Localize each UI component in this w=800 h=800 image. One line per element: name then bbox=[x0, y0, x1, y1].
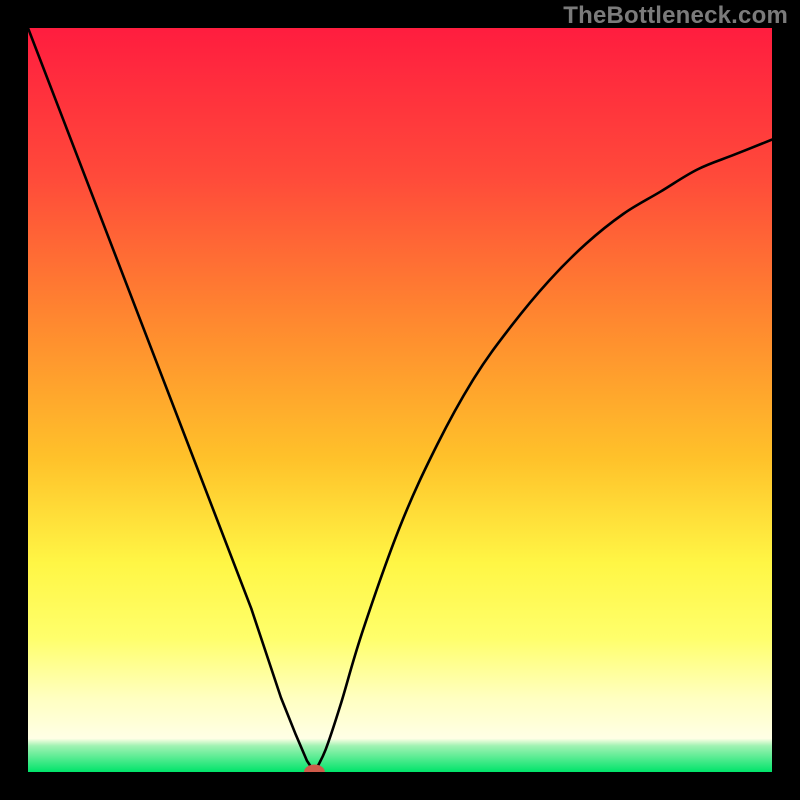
plot-area bbox=[28, 28, 772, 772]
chart-stage: TheBottleneck.com bbox=[0, 0, 800, 800]
gradient-background bbox=[28, 28, 772, 772]
watermark-text: TheBottleneck.com bbox=[563, 2, 788, 30]
chart-svg bbox=[28, 28, 772, 772]
